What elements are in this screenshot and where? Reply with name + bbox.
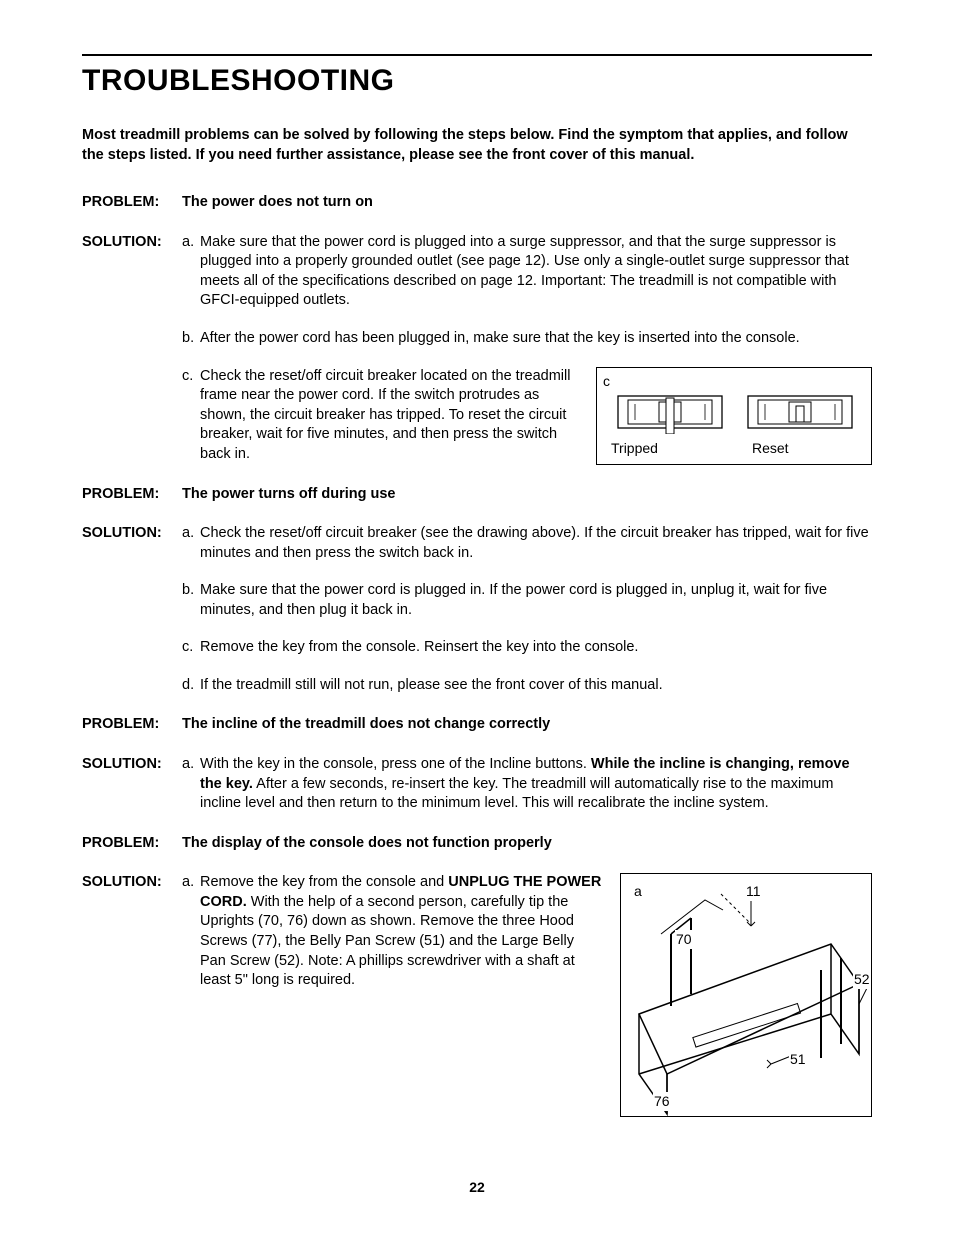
callout-52: 52 [853, 970, 871, 989]
breaker-reset-icon [745, 390, 855, 434]
intro-text: Most treadmill problems can be solved by… [82, 126, 872, 165]
item-text: Make sure that the power cord is plugged… [200, 233, 872, 311]
item-letter: a. [182, 873, 200, 1117]
item-letter: c. [182, 367, 200, 465]
item-text: If the treadmill still will not run, ple… [200, 676, 872, 696]
callout-76: 76 [653, 1092, 671, 1111]
figure-c-breaker: c [596, 367, 872, 465]
solution-3a: a. With the key in the console, press on… [182, 755, 872, 814]
item-text: Remove the key from the console. Reinser… [200, 638, 872, 658]
problem-3-title: The incline of the treadmill does not ch… [182, 715, 550, 735]
solution-2c: c. Remove the key from the console. Rein… [182, 638, 872, 658]
item-letter: a. [182, 524, 200, 563]
figure-a-treadmill: a 11 70 52 51 76 [620, 873, 872, 1117]
page-number: 22 [0, 1179, 954, 1195]
item-letter: a. [182, 755, 200, 814]
figure-a-label: a [633, 882, 643, 901]
solution-2: SOLUTION: a. Check the reset/off circuit… [82, 524, 872, 695]
tripped-label: Tripped [611, 439, 658, 458]
solution-2b: b. Make sure that the power cord is plug… [182, 581, 872, 620]
figure-c-label: c [603, 372, 610, 391]
item-text: After the power cord has been plugged in… [200, 329, 872, 349]
problem-2-header: PROBLEM: The power turns off during use [82, 485, 872, 505]
item-letter: d. [182, 676, 200, 696]
item-letter: b. [182, 329, 200, 349]
solution-2d: d. If the treadmill still will not run, … [182, 676, 872, 696]
solution-3: SOLUTION: a. With the key in the console… [82, 755, 872, 814]
problem-4-header: PROBLEM: The display of the console does… [82, 834, 872, 854]
solution-label: SOLUTION: [82, 233, 182, 465]
page-title: TROUBLESHOOTING [82, 64, 872, 98]
content-body: PROBLEM: The power does not turn on SOLU… [82, 193, 872, 1117]
problem-1-title: The power does not turn on [182, 193, 373, 213]
top-rule [82, 54, 872, 56]
reset-label: Reset [752, 439, 789, 458]
item-text: With the key in the console, press one o… [200, 755, 872, 814]
item-text: Remove the key from the console and UNPL… [200, 873, 602, 990]
solution-1b: b. After the power cord has been plugged… [182, 329, 872, 349]
problem-1-header: PROBLEM: The power does not turn on [82, 193, 872, 213]
problem-4-title: The display of the console does not func… [182, 834, 552, 854]
solution-label: SOLUTION: [82, 524, 182, 695]
breaker-tripped-icon [615, 390, 725, 434]
problem-label: PROBLEM: [82, 193, 182, 213]
solution-2a: a. Check the reset/off circuit breaker (… [182, 524, 872, 563]
problem-label: PROBLEM: [82, 485, 182, 505]
solution-label: SOLUTION: [82, 755, 182, 814]
treadmill-diagram-icon [621, 874, 873, 1118]
solution-4a: a. Remove the key from the console and U… [182, 873, 872, 1117]
item-text: Make sure that the power cord is plugged… [200, 581, 872, 620]
solution-4: SOLUTION: a. Remove the key from the con… [82, 873, 872, 1117]
solution-1c: c. Check the reset/off circuit breaker l… [182, 367, 872, 465]
problem-3-header: PROBLEM: The incline of the treadmill do… [82, 715, 872, 735]
problem-2-title: The power turns off during use [182, 485, 395, 505]
solution-1a: a. Make sure that the power cord is plug… [182, 233, 872, 311]
callout-11: 11 [745, 882, 762, 901]
item-letter: b. [182, 581, 200, 620]
callout-51: 51 [789, 1050, 807, 1069]
callout-70: 70 [675, 930, 693, 949]
item-letter: a. [182, 233, 200, 311]
problem-label: PROBLEM: [82, 834, 182, 854]
item-text: Check the reset/off circuit breaker (see… [200, 524, 872, 563]
solution-label: SOLUTION: [82, 873, 182, 1117]
solution-1: SOLUTION: a. Make sure that the power co… [82, 233, 872, 465]
problem-label: PROBLEM: [82, 715, 182, 735]
item-letter: c. [182, 638, 200, 658]
item-text: Check the reset/off circuit breaker loca… [200, 367, 578, 465]
